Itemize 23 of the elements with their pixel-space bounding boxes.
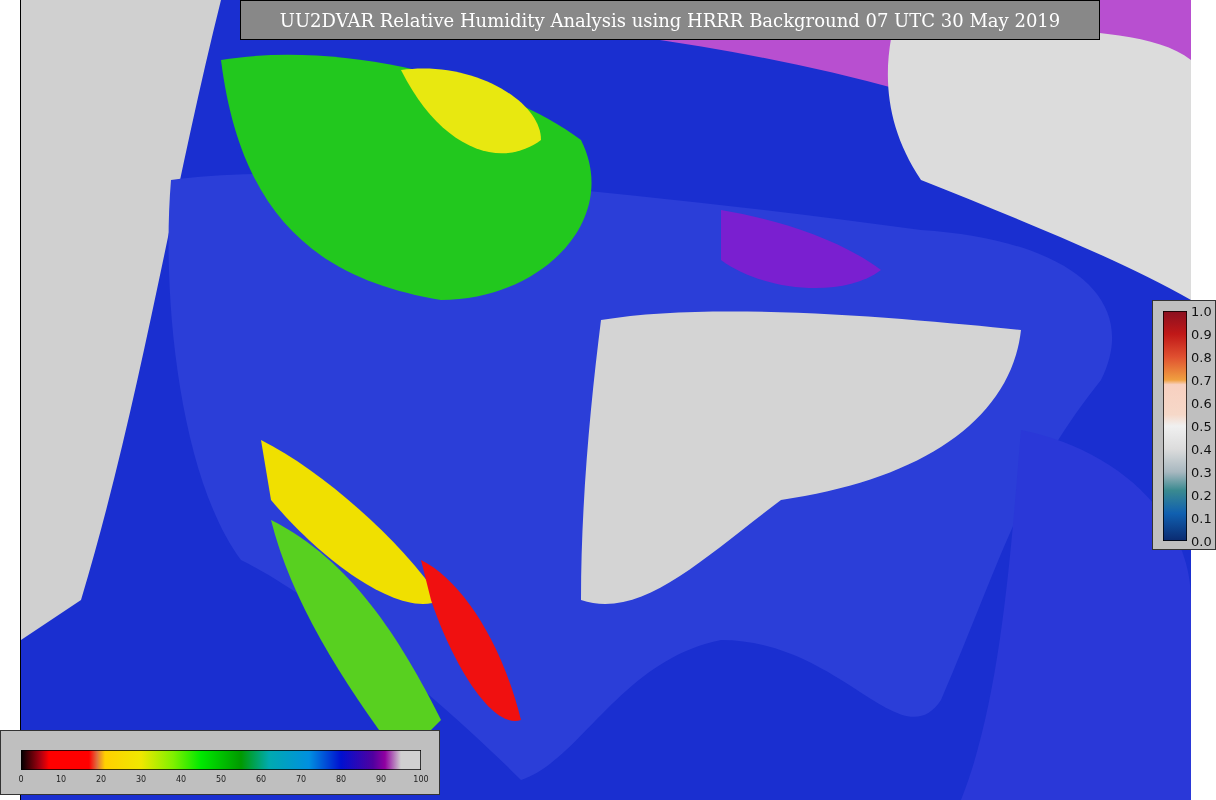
scale-tick-label: 20 <box>95 775 107 784</box>
scale-tick-label: 30 <box>135 775 147 784</box>
scale-tick-label: 40 <box>175 775 187 784</box>
scale-tick-label: 10 <box>55 775 67 784</box>
scale-tick-label: 1.0 <box>1191 303 1212 319</box>
scale-tick-label: 0.7 <box>1191 372 1212 388</box>
scale-tick-label: 70 <box>295 775 307 784</box>
chart-title: UU2DVAR Relative Humidity Analysis using HRRR Background 07 UTC 30 May 2019 <box>240 0 1100 40</box>
scale-tick-label: 0.1 <box>1191 510 1212 526</box>
scale-tick-label: 80 <box>335 775 347 784</box>
scale-tick-label: 0.3 <box>1191 464 1212 480</box>
scale-tick-label: 0.6 <box>1191 395 1212 411</box>
scale-tick-label: 0.0 <box>1191 533 1212 549</box>
scale-tick-label: 0.4 <box>1191 441 1212 457</box>
scale-tick-label: 0.8 <box>1191 349 1212 365</box>
scale-tick-label: 50 <box>215 775 227 784</box>
scale-tick-label: 100 <box>413 775 429 784</box>
scale-tick-label: 60 <box>255 775 267 784</box>
scale-tick-label: 90 <box>375 775 387 784</box>
scale-tick-label: 0.9 <box>1191 326 1212 342</box>
scale-tick-label: 0.5 <box>1191 418 1212 434</box>
scale-tick-label: 0.2 <box>1191 487 1212 503</box>
scale-tick-label: 0 <box>18 775 24 784</box>
